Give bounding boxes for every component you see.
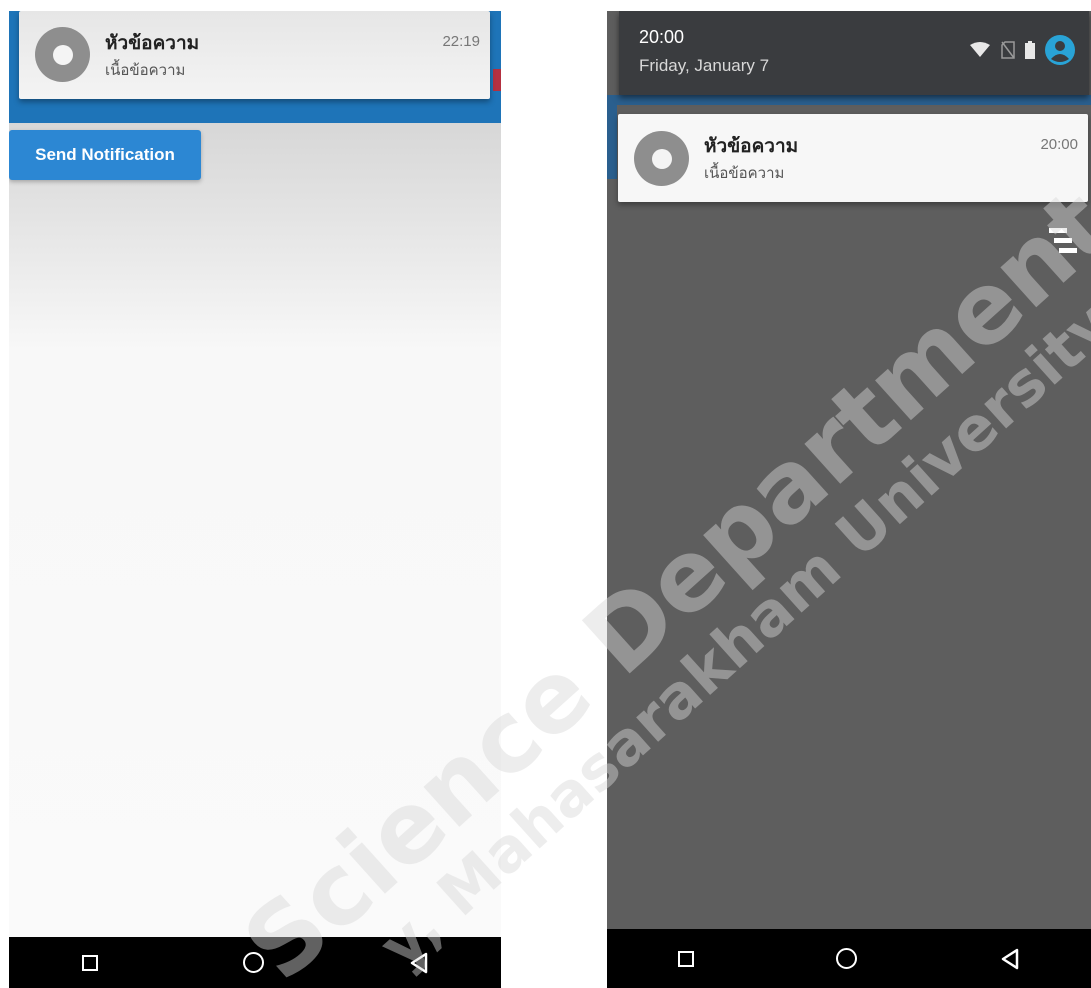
app-circle-icon (634, 131, 689, 186)
notification-body: เนื้อข้อความ (704, 164, 785, 182)
account-icon[interactable] (1045, 35, 1075, 70)
navigation-bar (9, 937, 501, 988)
app-bar-accent (493, 69, 501, 91)
right-phone-screen: 20:00 Friday, January 7 หัวข้อความ เนื้อ… (607, 11, 1091, 988)
notification-time: 22:19 (442, 33, 480, 50)
left-phone-screen: หัวข้อความ เนื้อข้อความ 22:19 Send Notif… (9, 11, 501, 988)
notification-card[interactable]: หัวข้อความ เนื้อข้อความ 20:00 (618, 114, 1088, 202)
status-date: Friday, January 7 (639, 56, 770, 75)
notification-title: หัวข้อความ (704, 135, 799, 157)
back-triangle-icon[interactable] (1000, 948, 1020, 970)
back-triangle-icon[interactable] (409, 952, 429, 974)
quick-settings-header[interactable]: 20:00 Friday, January 7 (619, 11, 1089, 95)
no-sim-icon (1001, 41, 1015, 64)
recents-square-icon[interactable] (81, 954, 98, 971)
status-icons (969, 35, 1075, 70)
app-bar-edge (607, 105, 617, 179)
clear-all-icon[interactable] (1049, 228, 1077, 259)
recents-square-icon[interactable] (678, 950, 695, 967)
battery-icon (1025, 41, 1035, 64)
app-circle-icon (35, 27, 90, 82)
notification-title: หัวข้อความ (105, 32, 200, 54)
notification-body: เนื้อข้อความ (105, 61, 186, 79)
home-circle-icon[interactable] (242, 952, 264, 973)
navigation-bar (607, 929, 1091, 988)
heads-up-notification[interactable]: หัวข้อความ เนื้อข้อความ 22:19 (19, 11, 490, 99)
app-bar-edge (607, 95, 1091, 105)
status-time: 20:00 (639, 27, 685, 47)
home-circle-icon[interactable] (836, 948, 858, 969)
send-notification-button[interactable]: Send Notification (9, 130, 201, 180)
wifi-icon (969, 42, 991, 63)
notification-time: 20:00 (1040, 136, 1078, 153)
